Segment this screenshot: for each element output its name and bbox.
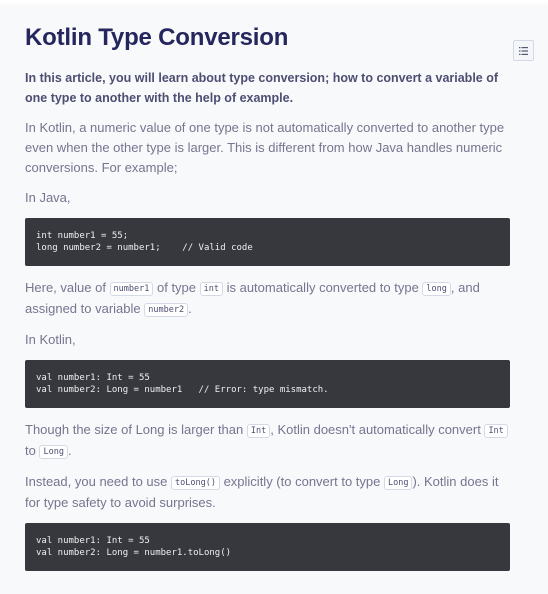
code-line: val number2: Long = number1 // Error: ty… bbox=[36, 385, 329, 395]
paragraph: In Java, bbox=[25, 190, 71, 205]
inline-code: Long bbox=[383, 476, 413, 490]
paragraph: Here, value of number1 of type int is au… bbox=[25, 278, 510, 320]
code-line: int number1 = 55; bbox=[36, 231, 129, 241]
intro-paragraph: In this article, you will learn about ty… bbox=[25, 71, 499, 105]
code-line: long number2 = number1; // Valid code bbox=[36, 243, 253, 253]
text: . bbox=[67, 443, 72, 458]
article-page: Kotlin Type Conversion In this article, … bbox=[0, 6, 548, 594]
page-title: Kotlin Type Conversion bbox=[25, 24, 289, 51]
text: of type bbox=[153, 280, 200, 295]
inline-code: Int bbox=[246, 424, 271, 438]
inline-code: long bbox=[422, 282, 451, 296]
article-content: In this article, you will learn about ty… bbox=[25, 68, 510, 583]
inline-code: toLong() bbox=[171, 476, 220, 490]
text: Instead, you need to use bbox=[25, 474, 171, 489]
code-line: val number2: Long = number1.toLong() bbox=[36, 548, 232, 558]
paragraph: Instead, you need to use toLong() explic… bbox=[25, 472, 510, 513]
paragraph: Though the size of Long is larger than I… bbox=[25, 420, 510, 462]
list-icon bbox=[519, 46, 528, 55]
text: , Kotlin doesn't automatically convert bbox=[270, 422, 485, 437]
code-line: val number1: Int = 55 bbox=[36, 373, 150, 383]
inline-code: number2 bbox=[144, 303, 189, 317]
code-block-kotlin-tolong: val number1: Int = 55 val number2: Long … bbox=[25, 523, 510, 571]
text: is automatically converted to type bbox=[222, 280, 423, 295]
text: Here, value of bbox=[25, 280, 110, 295]
code-block-java: int number1 = 55; long number2 = number1… bbox=[25, 218, 510, 266]
paragraph: In Kotlin, a numeric value of one type i… bbox=[25, 120, 505, 175]
inline-code: Int bbox=[484, 424, 508, 438]
text: . bbox=[188, 301, 192, 316]
code-block-kotlin-error: val number1: Int = 55 val number2: Long … bbox=[25, 360, 510, 408]
text: to bbox=[25, 443, 40, 458]
inline-code: number1 bbox=[109, 282, 154, 296]
text: explicitly (to convert to type bbox=[219, 474, 384, 489]
inline-code: int bbox=[199, 282, 223, 296]
text: Though the size of Long is larger than bbox=[25, 422, 247, 437]
paragraph: In Kotlin, bbox=[25, 332, 76, 347]
code-line: val number1: Int = 55 bbox=[36, 536, 150, 546]
inline-code: Long bbox=[39, 445, 68, 459]
table-of-contents-button[interactable] bbox=[513, 40, 534, 61]
